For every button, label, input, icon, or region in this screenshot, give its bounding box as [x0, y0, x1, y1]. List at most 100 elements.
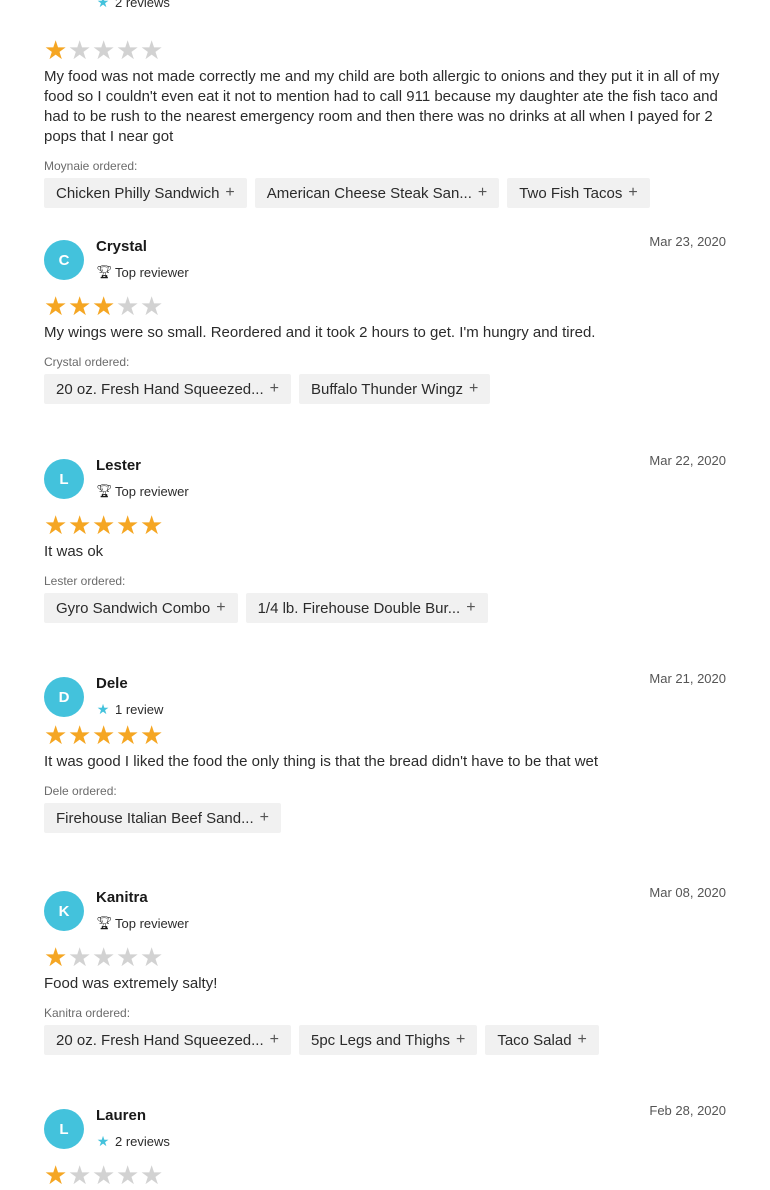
trophy-icon: 🏆︎	[96, 915, 113, 930]
review-date: Mar 22, 2020	[649, 453, 726, 468]
ordered-label: Lester ordered:	[44, 574, 126, 588]
star-icon: ★	[116, 510, 139, 540]
plus-icon[interactable]: +	[225, 184, 234, 202]
ordered-items: Gyro Sandwich Combo + 1/4 lb. Firehouse D…	[44, 593, 726, 623]
star-icon: ★	[44, 35, 67, 65]
star-icon: ★	[116, 1160, 139, 1190]
reviewer-name: Crystal	[96, 238, 147, 255]
star-icon: ★	[92, 291, 115, 321]
menu-item-chip[interactable]: Firehouse Italian Beef Sand... +	[44, 803, 281, 833]
star-icon: ★	[68, 510, 91, 540]
reviewer-meta: ★ 1 review	[96, 701, 164, 718]
review-header: D Dele ★ 1 review Mar 21, 2020	[44, 671, 726, 718]
reviewer-meta: 🏆︎ Top reviewer	[96, 915, 189, 931]
review-header: L Lester 🏆︎ Top reviewer Mar 22, 2020	[44, 453, 726, 499]
review-card: C Crystal 🏆︎ Top reviewer Mar 23, 2020 ★…	[44, 234, 726, 404]
review-text: It was good I liked the food the only th…	[44, 753, 599, 770]
star-icon: ★	[140, 720, 163, 750]
ordered-items: Firehouse Italian Beef Sand... +	[44, 803, 726, 833]
star-icon: ★	[140, 510, 163, 540]
menu-item-chip[interactable]: 20 oz. Fresh Hand Squeezed... +	[44, 1025, 291, 1055]
star-icon: ★	[92, 510, 115, 540]
reviewer-meta-text: Top reviewer	[115, 915, 189, 931]
menu-item-chip[interactable]: Taco Salad +	[485, 1025, 599, 1055]
menu-item-chip[interactable]: Chicken Philly Sandwich +	[44, 178, 247, 208]
star-icon: ★	[140, 942, 163, 972]
reviewer-meta-text: Top reviewer	[115, 483, 189, 499]
menu-item-chip[interactable]: Buffalo Thunder Wingz +	[298, 374, 491, 404]
star-icon: ★	[68, 291, 91, 321]
review-text: My food was not made correctly me and my…	[44, 68, 720, 145]
menu-item-chip[interactable]: American Cheese Steak San... +	[254, 178, 500, 208]
star-rating: ★★★★★	[44, 510, 726, 540]
star-icon: ★	[68, 942, 91, 972]
star-rating: ★★★★★	[44, 35, 726, 65]
menu-item-label: Buffalo Thunder Wingz	[310, 380, 464, 398]
ordered-label: Kanitra ordered:	[44, 1006, 131, 1020]
plus-icon[interactable]: +	[466, 599, 475, 617]
trophy-icon: 🏆︎	[96, 483, 113, 498]
ordered-items: Chicken Philly Sandwich + American Cheese…	[44, 178, 726, 208]
plus-icon[interactable]: +	[216, 599, 225, 617]
star-icon: ★	[92, 720, 115, 750]
star-icon: ★	[68, 720, 91, 750]
menu-item-label: Chicken Philly Sandwich	[56, 184, 220, 202]
menu-item-chip[interactable]: 20 oz. Fresh Hand Squeezed... +	[44, 374, 291, 404]
review-date: Mar 23, 2020	[649, 234, 726, 249]
plus-icon[interactable]: +	[270, 380, 279, 398]
menu-item-chip[interactable]: 1/4 lb. Firehouse Double Bur... +	[245, 593, 488, 623]
menu-item-label: 20 oz. Fresh Hand Squeezed...	[56, 1031, 264, 1049]
review-date: Feb 28, 2020	[649, 1103, 726, 1118]
reviewer-name: Kanitra	[96, 889, 148, 906]
menu-item-label: 1/4 lb. Firehouse Double Bur...	[257, 599, 461, 617]
star-icon: ★	[44, 720, 67, 750]
plus-icon[interactable]: +	[578, 1031, 587, 1049]
star-icon: ★	[140, 1160, 163, 1190]
review-text: It was ok	[44, 543, 104, 560]
menu-item-chip[interactable]: 5pc Legs and Thighs +	[298, 1025, 478, 1055]
trophy-icon: 🏆︎	[96, 264, 113, 279]
reviewer-name: Dele	[96, 675, 128, 692]
star-icon: ★	[140, 35, 163, 65]
star-icon: ★	[140, 291, 163, 321]
review-date: Mar 08, 2020	[649, 885, 726, 900]
star-rating: ★★★★★	[44, 720, 726, 750]
review-header: C Crystal 🏆︎ Top reviewer Mar 23, 2020	[44, 234, 726, 280]
menu-item-label: Two Fish Tacos	[519, 184, 623, 202]
star-icon: ★	[96, 701, 110, 717]
star-icon: ★	[116, 942, 139, 972]
plus-icon[interactable]: +	[270, 1031, 279, 1049]
reviewer-meta: ★ 2 reviews	[96, 1133, 170, 1150]
review-card: K Kanitra 🏆︎ Top reviewer Mar 08, 2020 ★…	[44, 885, 726, 1055]
star-icon: ★	[96, 1133, 110, 1149]
review-text: Food was extremely salty!	[44, 975, 218, 992]
plus-icon[interactable]: +	[628, 184, 637, 202]
plus-icon[interactable]: +	[469, 380, 478, 398]
review-text: My wings were so small. Reordered and it…	[44, 324, 596, 341]
avatar: L	[44, 1109, 84, 1149]
plus-icon[interactable]: +	[260, 809, 269, 827]
review-card: D Dele ★ 1 review Mar 21, 2020 ★★★★★ It …	[44, 671, 726, 833]
menu-item-label: Gyro Sandwich Combo	[56, 599, 211, 617]
plus-icon[interactable]: +	[456, 1031, 465, 1049]
star-rating: ★★★★★	[44, 291, 726, 321]
menu-item-label: Taco Salad	[497, 1031, 572, 1049]
menu-item-chip[interactable]: Two Fish Tacos +	[507, 178, 650, 208]
star-icon: ★	[92, 1160, 115, 1190]
reviewer-name: Lauren	[96, 1107, 147, 1124]
review-header: K Kanitra 🏆︎ Top reviewer Mar 08, 2020	[44, 885, 726, 931]
plus-icon[interactable]: +	[478, 184, 487, 202]
star-icon: ★	[116, 291, 139, 321]
star-rating: ★★★★★	[44, 1160, 726, 1190]
reviewer-meta: ★ 2 reviews	[96, 0, 170, 11]
reviewer-meta-text: 1 review	[115, 702, 164, 717]
reviewer-name: Lester	[96, 457, 142, 474]
reviewer-meta-text: Top reviewer	[115, 264, 189, 280]
review-card: ★ 2 reviews ★★★★★ My food was not made c…	[44, 0, 726, 208]
reviewer-meta-text: 2 reviews	[115, 0, 170, 10]
menu-item-label: 20 oz. Fresh Hand Squeezed...	[56, 380, 264, 398]
menu-item-chip[interactable]: Gyro Sandwich Combo +	[44, 593, 238, 623]
star-icon: ★	[44, 291, 67, 321]
ordered-label: Dele ordered:	[44, 784, 117, 798]
star-icon: ★	[116, 720, 139, 750]
